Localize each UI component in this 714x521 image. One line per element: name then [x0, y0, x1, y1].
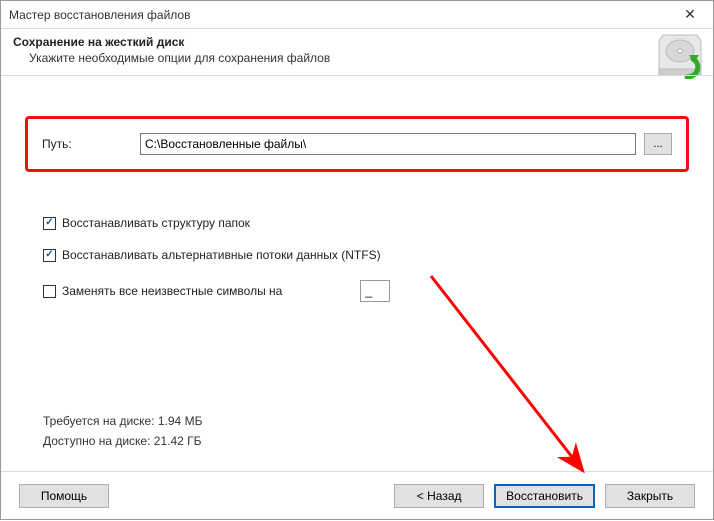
window-title: Мастер восстановления файлов	[9, 8, 669, 22]
disk-info: Требуется на диске: 1.94 МБ Доступно на …	[43, 411, 202, 451]
wizard-header: Сохранение на жесткий диск Укажите необх…	[1, 29, 713, 75]
titlebar: Мастер восстановления файлов ✕	[1, 1, 713, 29]
hdd-save-icon	[657, 33, 703, 79]
replace-unknown-checkbox[interactable]	[43, 285, 56, 298]
restore-structure-checkbox[interactable]	[43, 217, 56, 230]
replace-unknown-label: Заменять все неизвестные символы на	[62, 284, 282, 298]
help-button[interactable]: Помощь	[19, 484, 109, 508]
restore-streams-checkbox[interactable]	[43, 249, 56, 262]
browse-button[interactable]: ...	[644, 133, 672, 155]
path-label: Путь:	[42, 137, 132, 151]
restore-structure-label: Восстанавливать структуру папок	[62, 216, 250, 230]
page-subtitle: Укажите необходимые опции для сохранения…	[13, 49, 701, 65]
disk-available: Доступно на диске: 21.42 ГБ	[43, 431, 202, 451]
path-highlight-box: Путь: ...	[25, 116, 689, 172]
back-button[interactable]: < Назад	[394, 484, 484, 508]
recover-button[interactable]: Восстановить	[494, 484, 595, 508]
page-title: Сохранение на жесткий диск	[13, 35, 701, 49]
wizard-window: Мастер восстановления файлов ✕ Сохранени…	[0, 0, 714, 520]
close-icon[interactable]: ✕	[669, 2, 711, 28]
replace-char-input[interactable]	[360, 280, 390, 302]
option-replace-unknown: Заменять все неизвестные символы на	[43, 280, 689, 302]
path-input[interactable]	[140, 133, 636, 155]
close-button[interactable]: Закрыть	[605, 484, 695, 508]
option-restore-structure: Восстанавливать структуру папок	[43, 216, 689, 230]
restore-streams-label: Восстанавливать альтернативные потоки да…	[62, 248, 381, 262]
wizard-body: Путь: ... Восстанавливать структуру папо…	[1, 75, 713, 471]
options-group: Восстанавливать структуру папок Восстана…	[25, 216, 689, 302]
wizard-footer: Помощь < Назад Восстановить Закрыть	[1, 471, 713, 519]
option-restore-streams: Восстанавливать альтернативные потоки да…	[43, 248, 689, 262]
disk-required: Требуется на диске: 1.94 МБ	[43, 411, 202, 431]
